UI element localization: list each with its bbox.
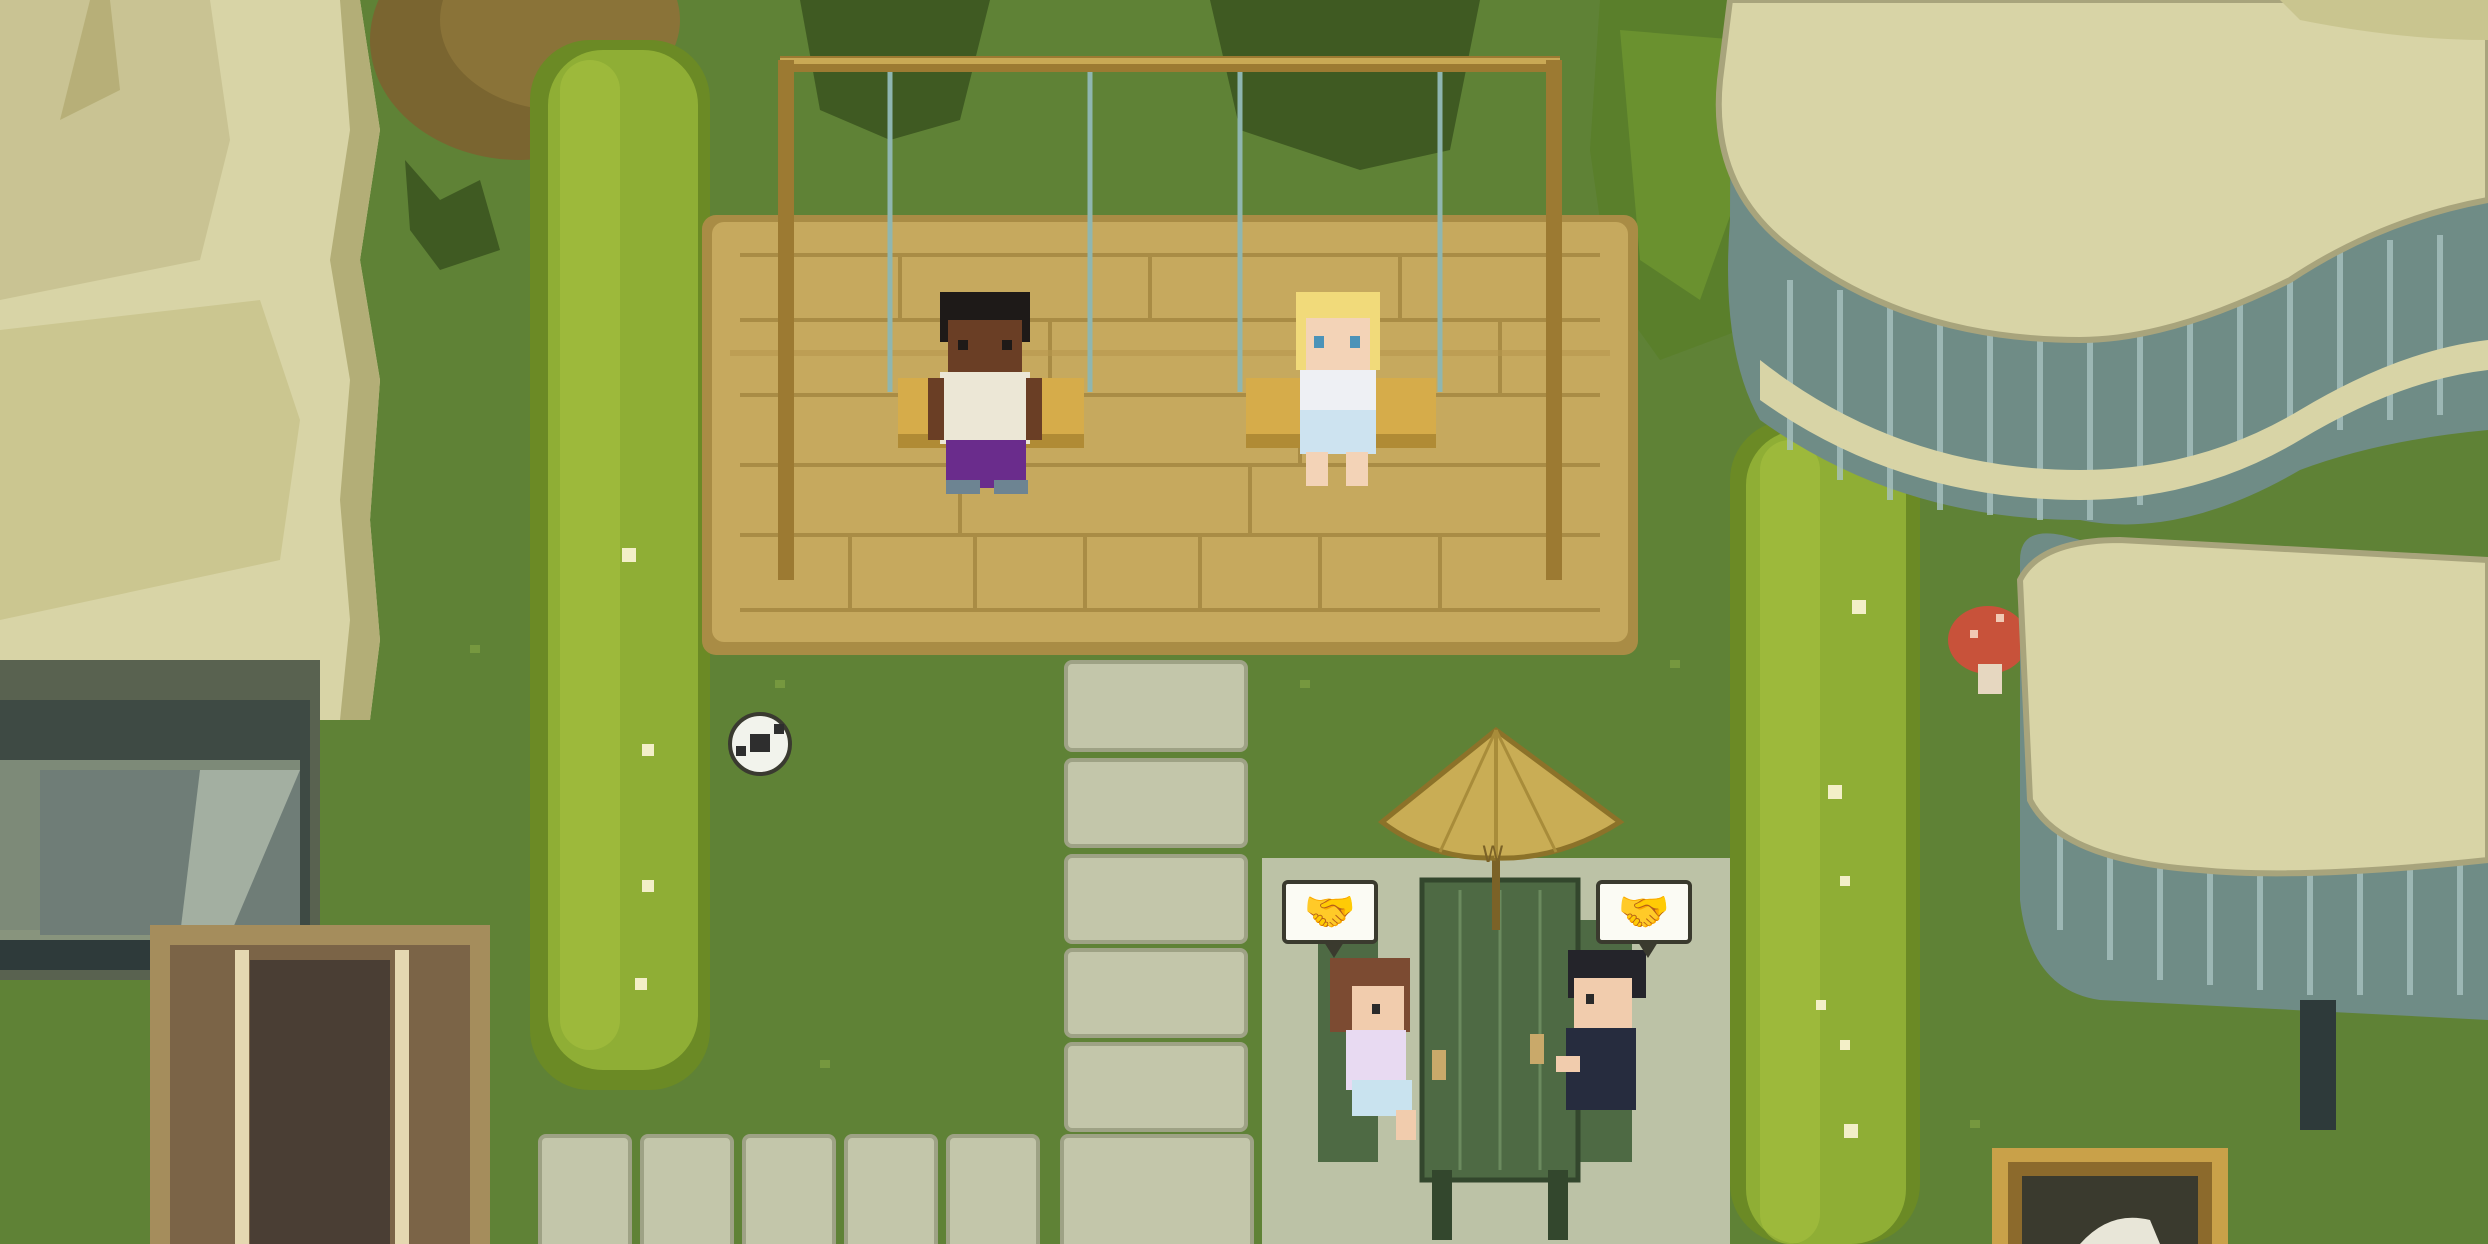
signboard	[1992, 1148, 2228, 1244]
hedge-left	[530, 40, 710, 1090]
handshake-icon: 🤝	[1617, 887, 1671, 936]
game-viewport[interactable]: W 🤝 🤝	[0, 0, 2488, 1244]
handshake-icon: 🤝	[1303, 887, 1357, 936]
hedge-right	[1730, 420, 1920, 1244]
soccer-ball-icon	[728, 712, 792, 776]
swing-deck	[702, 215, 1638, 655]
umbrella-mark: W	[1482, 843, 1504, 868]
building-right-upper	[1715, 0, 2488, 525]
handshake-bubble-right: 🤝	[1596, 880, 1692, 958]
man-at-table	[1556, 950, 1646, 1110]
park-map: W	[0, 0, 2488, 1244]
handshake-bubble-left: 🤝	[1282, 880, 1378, 958]
